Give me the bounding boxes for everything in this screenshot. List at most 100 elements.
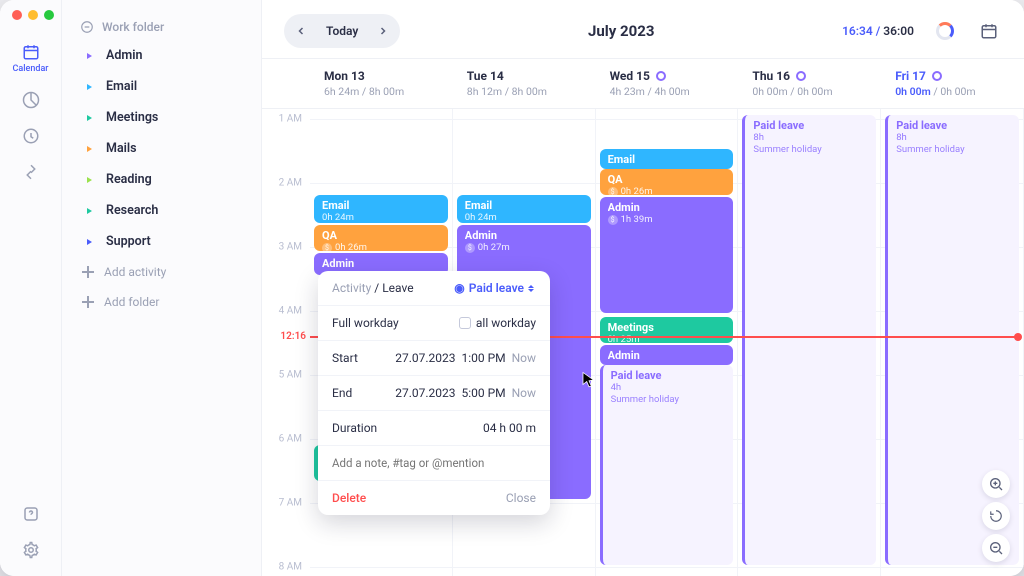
event-duration: $0h 27m <box>465 242 583 253</box>
start-now-button[interactable]: Now <box>512 351 536 365</box>
day-column[interactable]: Paid leave8hSummer holiday <box>738 109 881 576</box>
activity-label: Meetings <box>106 110 158 125</box>
event-duration: 0h 24m <box>465 212 583 223</box>
progress-indicator[interactable] <box>932 18 958 44</box>
window-controls[interactable] <box>12 10 54 20</box>
calendar-event[interactable]: Email0h 24m <box>457 195 591 223</box>
calendar-grid[interactable]: 1 AM2 AM3 AM4 AM5 AM6 AM7 AM8 AM 12:16 E… <box>262 109 1024 576</box>
event-subtitle: Summer holiday <box>611 394 726 405</box>
maximize-window-icon[interactable] <box>44 10 54 20</box>
nav-rail: Calendar <box>0 0 62 576</box>
popover-leave-label: Leave <box>382 281 413 295</box>
folder-collapse-icon <box>80 20 94 34</box>
day-name: Thu 16 <box>752 69 867 83</box>
close-window-icon[interactable] <box>12 10 22 20</box>
duration-label: Duration <box>332 421 377 435</box>
zoom-in-icon <box>988 476 1004 492</box>
activity-label: Mails <box>106 141 137 156</box>
duration-field[interactable]: 04 h 00 m <box>483 421 536 435</box>
sidebar-activity[interactable]: Meetings <box>72 102 251 133</box>
donut-icon <box>936 22 954 40</box>
sidebar-activity[interactable]: Mails <box>72 133 251 164</box>
calendar-event[interactable]: Admin <box>600 345 734 365</box>
day-name: Mon 13 <box>324 69 439 83</box>
nav-sync[interactable] <box>9 156 53 188</box>
folder-header[interactable]: Work folder <box>72 14 251 40</box>
end-label: End <box>332 386 352 400</box>
hour-gutter: 1 AM2 AM3 AM4 AM5 AM6 AM7 AM8 AM <box>262 109 310 576</box>
reset-button[interactable] <box>982 502 1010 530</box>
reset-icon <box>989 509 1003 523</box>
next-button[interactable] <box>370 18 396 44</box>
zoom-controls <box>982 470 1010 562</box>
sync-icon <box>21 162 41 182</box>
day-name: Wed 15 <box>610 69 725 83</box>
hour-label: 5 AM <box>279 370 302 381</box>
calendar-event[interactable]: Paid leave4hSummer holiday <box>600 365 734 565</box>
minimize-window-icon[interactable] <box>28 10 38 20</box>
event-duration: 8h <box>896 132 1011 143</box>
calendar-event[interactable]: Meetings0h 25m <box>600 317 734 343</box>
event-title: Admin <box>608 349 726 362</box>
month-title: July 2023 <box>410 22 832 40</box>
nav-settings[interactable] <box>9 534 53 566</box>
activity-label: Reading <box>106 172 152 187</box>
all-workday-checkbox[interactable]: all workday <box>459 316 536 330</box>
sidebar-activity[interactable]: Reading <box>72 164 251 195</box>
zoom-in-button[interactable] <box>982 470 1010 498</box>
day-header[interactable]: Fri 17 0h 00m / 0h 00m <box>881 59 1024 108</box>
leave-type-dropdown[interactable]: ◉ Paid leave <box>454 281 536 295</box>
sidebar-activity[interactable]: Email <box>72 71 251 102</box>
calendar-icon <box>980 22 998 40</box>
zoom-out-button[interactable] <box>982 534 1010 562</box>
calendar-event[interactable]: QA$0h 26m <box>314 225 448 251</box>
add-activity-button[interactable]: Add activity <box>72 257 251 287</box>
start-time-field[interactable]: 1:00 PM <box>461 351 505 365</box>
calendar-event[interactable]: Admin$1h 39m <box>600 197 734 313</box>
day-header[interactable]: Mon 136h 24m / 8h 00m <box>310 59 453 108</box>
ring-icon <box>796 71 806 81</box>
day-header[interactable]: Thu 16 0h 00m / 0h 00m <box>738 59 881 108</box>
day-header[interactable]: Tue 148h 12m / 8h 00m <box>453 59 596 108</box>
nav-help[interactable] <box>9 498 53 530</box>
close-button[interactable]: Close <box>506 491 536 505</box>
day-header[interactable]: Wed 15 4h 23m / 4h 00m <box>596 59 739 108</box>
calendar-event[interactable]: QA$0h 26m <box>600 169 734 195</box>
end-time-field[interactable]: 5:00 PM <box>461 386 505 400</box>
sidebar-activity[interactable]: Support <box>72 226 251 257</box>
start-date-field[interactable]: 27.07.2023 <box>395 351 455 365</box>
play-icon <box>82 173 96 187</box>
note-input[interactable] <box>332 456 536 470</box>
nav-calendar[interactable]: Calendar <box>9 36 53 80</box>
nav-reports[interactable] <box>9 84 53 116</box>
hour-label: 3 AM <box>279 242 302 253</box>
event-title: Paid leave <box>611 369 726 382</box>
play-icon <box>82 111 96 125</box>
event-duration: 8h <box>753 132 868 143</box>
end-date-field[interactable]: 27.07.2023 <box>395 386 455 400</box>
hour-label: 1 AM <box>279 114 302 125</box>
folder-label: Work folder <box>102 20 164 34</box>
play-icon <box>82 204 96 218</box>
end-now-button[interactable]: Now <box>512 386 536 400</box>
prev-button[interactable] <box>288 18 314 44</box>
plus-icon <box>82 296 94 308</box>
today-button[interactable]: Today <box>314 24 370 38</box>
activity-label: Research <box>106 203 158 218</box>
day-column[interactable]: EmailQA$0h 26mAdmin$1h 39m Meetings0h 25m… <box>596 109 739 576</box>
sidebar-activity[interactable]: Research <box>72 195 251 226</box>
nav-time[interactable] <box>9 120 53 152</box>
calendar-event[interactable]: Paid leave8hSummer holiday <box>742 115 876 565</box>
calendar-event[interactable]: Email <box>600 149 734 169</box>
hour-label: 4 AM <box>279 306 302 317</box>
time-budget: 16:34 / 36:00 <box>842 24 914 38</box>
event-duration: $0h 26m <box>322 242 440 251</box>
topbar: Today July 2023 16:34 / 36:00 <box>262 0 1024 58</box>
clock-icon <box>21 126 41 146</box>
delete-button[interactable]: Delete <box>332 491 366 505</box>
calendar-view-button[interactable] <box>976 18 1002 44</box>
calendar-event[interactable]: Email0h 24m <box>314 195 448 223</box>
add-folder-button[interactable]: Add folder <box>72 287 251 317</box>
sidebar-activity[interactable]: Admin <box>72 40 251 71</box>
hour-label: 2 AM <box>279 178 302 189</box>
